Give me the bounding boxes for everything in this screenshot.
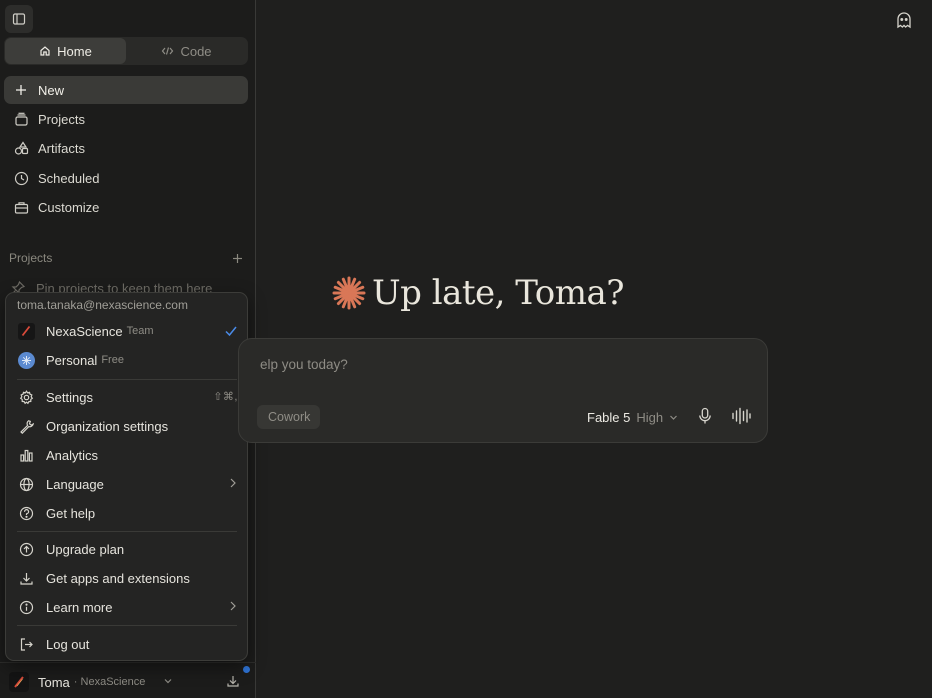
upgrade-icon [17,540,35,558]
model-selector[interactable]: Fable 5 High [587,409,678,425]
menu-item-label: Analytics [46,447,99,463]
sidebar-item-label: Customize [38,199,100,215]
greeting-text: Up late, Toma? [372,273,625,313]
greeting: Up late, Toma? [332,271,625,315]
info-icon [17,598,35,616]
menu-org-nexascience[interactable]: NexaScience Team [13,319,242,343]
wrench-icon [17,417,35,435]
prompt-composer[interactable]: elp you today? Cowork Fable 5 High [238,338,768,443]
org-avatar [17,322,35,340]
menu-item-settings[interactable]: Settings ⇧⌘, [13,385,242,409]
account-switcher[interactable]: Toma · NexaScience [0,666,256,698]
avatar [9,672,29,692]
menu-item-learn-more[interactable]: Learn more [13,595,242,619]
home-icon [39,45,51,57]
sidebar-footer-divider [0,662,256,663]
gear-icon [17,388,35,406]
cowork-label: Cowork [268,410,311,424]
account-org: · NexaScience [73,676,146,688]
download-app-button[interactable] [226,674,240,688]
model-effort: High [636,409,664,425]
sidebar-item-label: Artifacts [38,140,85,156]
checkmark-icon [224,324,238,338]
prompt-placeholder[interactable]: elp you today? [260,357,348,372]
menu-item-upgrade-plan[interactable]: Upgrade plan [13,537,242,561]
menu-item-get-apps[interactable]: Get apps and extensions [13,566,242,590]
sidebar-item-label: New [38,82,65,98]
tab-home-label: Home [57,43,92,59]
help-circle-icon [17,504,35,522]
menu-org-personal[interactable]: Personal Free [13,348,242,372]
org-plan: Team [126,325,154,337]
menu-item-label: Log out [46,636,90,652]
menu-item-label: Learn more [46,599,113,615]
add-project-button[interactable] [232,253,243,264]
clock-icon [12,169,30,187]
org-name: NexaScience [46,323,123,339]
projects-icon [12,110,30,128]
projects-section-header: Projects [9,249,243,267]
projects-section-title: Projects [9,251,53,265]
briefcase-icon [12,198,30,216]
menu-item-language[interactable]: Language [13,472,242,496]
menu-item-analytics[interactable]: Analytics [13,443,242,467]
org-name: Personal [46,352,98,368]
sidebar-item-artifacts[interactable]: Artifacts [4,134,248,162]
tab-code-label: Code [180,43,212,59]
account-name: Toma [38,674,70,690]
menu-item-label: Get apps and extensions [46,570,190,586]
tab-home[interactable]: Home [5,38,126,64]
incognito-button[interactable] [893,9,915,31]
microphone-button[interactable] [697,407,713,425]
sidebar-panel-icon [12,12,26,26]
menu-item-log-out[interactable]: Log out [13,632,242,656]
chevron-down-icon [163,676,173,686]
org-plan: Free [101,354,124,366]
voice-mode-button[interactable] [731,407,751,425]
model-name: Fable 5 [587,409,631,425]
menu-item-label: Organization settings [46,418,169,434]
ghost-icon [895,11,913,29]
account-email: toma.tanaka@nexascience.com [17,298,188,312]
sidebar-item-new[interactable]: New [4,76,248,104]
menu-item-label: Language [46,476,104,492]
menu-item-label: Upgrade plan [46,541,125,557]
sidebar-toggle-button[interactable] [5,5,33,33]
menu-divider [17,625,237,626]
cowork-toggle[interactable]: Cowork [257,405,321,429]
mode-switch: Home Code [4,37,248,65]
sidebar-item-label: Projects [38,111,85,127]
sidebar-item-customize[interactable]: Customize [4,193,248,221]
sparkle-logo-icon [332,276,366,310]
code-icon [161,45,174,57]
sidebar-item-projects[interactable]: Projects [4,105,248,133]
menu-item-label: Settings [46,389,93,405]
globe-icon [17,475,35,493]
tab-code[interactable]: Code [126,38,247,64]
menu-item-organization-settings[interactable]: Organization settings [13,414,242,438]
logout-icon [17,635,35,653]
notification-dot [243,666,250,673]
artifacts-icon [12,139,30,157]
plus-icon [12,81,30,99]
chevron-right-icon [228,477,238,489]
sidebar-item-label: Scheduled [38,170,100,186]
menu-divider [17,531,237,532]
chevron-down-icon [669,413,678,422]
menu-item-get-help[interactable]: Get help [13,501,242,525]
sidebar-item-scheduled[interactable]: Scheduled [4,164,248,192]
bar-chart-icon [17,446,35,464]
menu-item-label: Get help [46,505,96,521]
menu-divider [17,379,237,380]
personal-avatar [17,351,35,369]
account-menu: toma.tanaka@nexascience.com NexaScience … [5,292,248,661]
chevron-right-icon [228,600,238,612]
download-icon [17,569,35,587]
keyboard-shortcut: ⇧⌘, [213,391,238,403]
